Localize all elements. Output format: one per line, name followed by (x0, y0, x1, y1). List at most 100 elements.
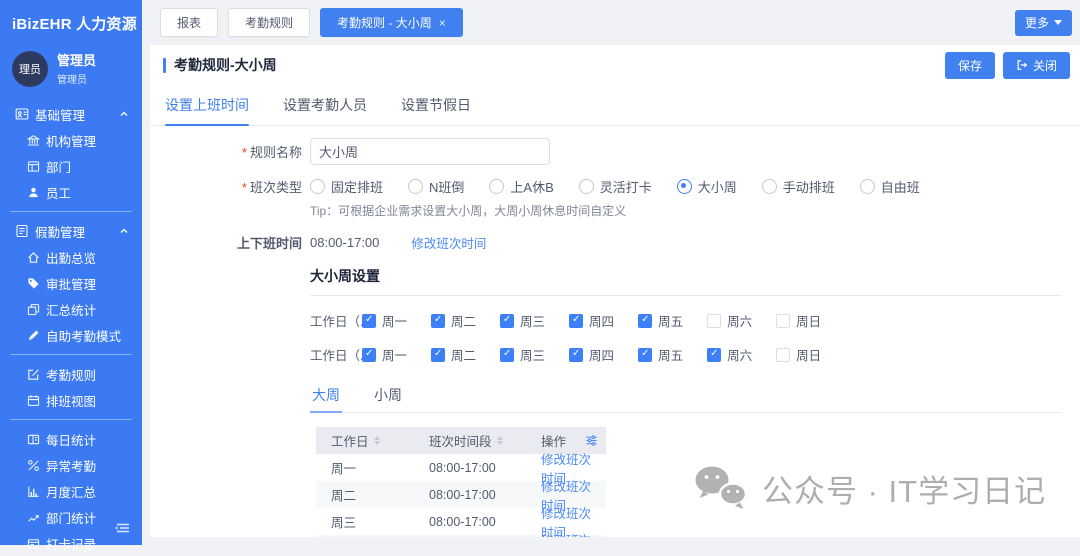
sidebar-item-self-attendance-mode[interactable]: 自助考勤模式 (0, 322, 142, 348)
checkbox-icon[interactable] (431, 314, 445, 328)
checkbox-tuesday[interactable]: 周二 (431, 311, 476, 330)
sidebar-item-org-management[interactable]: 机构管理 (0, 127, 142, 153)
user-profile[interactable]: 理员 管理员 管理员 (0, 34, 142, 93)
checkbox-sunday[interactable]: 周日 (776, 345, 821, 364)
checkbox-icon[interactable] (776, 348, 790, 362)
more-button[interactable]: 更多 (1015, 10, 1072, 36)
checkbox-monday[interactable]: 周一 (362, 345, 407, 364)
radio-fixed-schedule[interactable]: 固定排班 (310, 177, 383, 196)
sidebar-item-daily-statistics[interactable]: 每日统计 (0, 426, 142, 452)
tab-big-week[interactable]: 大周 (310, 379, 342, 412)
modify-shift-time-link[interactable]: 修改班次时间 (541, 530, 598, 538)
checkbox-monday[interactable]: 周一 (362, 311, 407, 330)
sidebar-item-summary-statistics[interactable]: 汇总统计 (0, 296, 142, 322)
collapse-sidebar-icon[interactable] (115, 521, 131, 540)
sidebar-group-basic-management[interactable]: 基础管理 (0, 101, 142, 127)
tab-set-attendance-staff[interactable]: 设置考勤人员 (283, 85, 367, 125)
sidebar-item-attendance-rules[interactable]: 考勤规则 (0, 361, 142, 387)
sidebar-item-employee[interactable]: 员工 (0, 179, 142, 205)
radio-manual-schedule[interactable]: 手动排班 (762, 177, 835, 196)
chevron-up-icon[interactable] (119, 109, 129, 119)
rule-form: *规则名称 *班次类型 固定排班 N班倒 上A休B 灵活打卡 大小周 手动排班 … (150, 126, 1080, 537)
radio-icon[interactable] (860, 179, 875, 194)
checkbox-icon[interactable] (707, 314, 721, 328)
rule-name-input[interactable] (310, 138, 550, 165)
sidebar-divider (10, 419, 132, 420)
card-header: 考勤规则-大小周 保存 关闭 (150, 45, 1080, 85)
close-tab-icon[interactable]: × (439, 17, 446, 29)
sidebar-item-label: 出勤总览 (46, 248, 96, 267)
sidebar-item-attendance-overview[interactable]: 出勤总览 (0, 244, 142, 270)
unlink-icon (26, 458, 40, 472)
divider (310, 295, 1062, 296)
table-body: 周一 08:00-17:00 修改班次时间 周二 08:00-17:00 修改班… (316, 454, 606, 537)
tab-set-holidays[interactable]: 设置节假日 (401, 85, 471, 125)
checkbox-icon[interactable] (362, 314, 376, 328)
checkbox-icon[interactable] (638, 314, 652, 328)
checkbox-wednesday[interactable]: 周三 (500, 311, 545, 330)
save-button[interactable]: 保存 (945, 52, 995, 79)
windows-icon (26, 302, 40, 316)
checkbox-wednesday[interactable]: 周三 (500, 345, 545, 364)
line-chart-icon (26, 510, 40, 524)
checkbox-icon[interactable] (569, 314, 583, 328)
checkbox-thursday[interactable]: 周四 (569, 345, 614, 364)
checkbox-tuesday[interactable]: 周二 (431, 345, 476, 364)
checkbox-icon[interactable] (362, 348, 376, 362)
tab-set-work-time[interactable]: 设置上班时间 (165, 85, 249, 125)
shift-type-tip: Tip：可根据企业需求设置大小周，大周小周休息时间自定义 (310, 202, 1080, 219)
radio-icon[interactable] (408, 179, 423, 194)
sidebar-item-approval-management[interactable]: 审批管理 (0, 270, 142, 296)
checkbox-icon[interactable] (707, 348, 721, 362)
checkbox-icon[interactable] (500, 314, 514, 328)
radio-work-a-rest-b[interactable]: 上A休B (489, 177, 553, 196)
radio-icon[interactable] (310, 179, 325, 194)
radio-n-shift[interactable]: N班倒 (408, 177, 464, 196)
home-icon (26, 250, 40, 264)
sidebar-item-department[interactable]: 部门 (0, 153, 142, 179)
checkbox-icon[interactable] (776, 314, 790, 328)
opened-tab-reports[interactable]: 报表 (160, 8, 218, 37)
chevron-up-icon[interactable] (119, 226, 129, 236)
id-card-icon (15, 107, 29, 121)
column-settings-icon[interactable] (585, 434, 598, 447)
content-card: 考勤规则-大小周 保存 关闭 设置上班时间 设置考勤人员 (150, 45, 1080, 537)
checkbox-thursday[interactable]: 周四 (569, 311, 614, 330)
sidebar-item-label: 机构管理 (46, 131, 96, 150)
radio-icon[interactable] (489, 179, 504, 194)
sidebar-group-leave-management[interactable]: 假勤管理 (0, 218, 142, 244)
sidebar-item-label: 基础管理 (35, 105, 85, 124)
sidebar-item-label: 月度汇总 (46, 482, 96, 501)
checkbox-friday[interactable]: 周五 (638, 311, 683, 330)
radio-icon[interactable] (579, 179, 594, 194)
radio-icon[interactable] (677, 179, 692, 194)
opened-tab-attendance-rules[interactable]: 考勤规则 (228, 8, 310, 37)
sidebar-item-schedule-view[interactable]: 排班视图 (0, 387, 142, 413)
close-button[interactable]: 关闭 (1003, 52, 1070, 79)
checkbox-sunday[interactable]: 周日 (776, 311, 821, 330)
radio-icon[interactable] (762, 179, 777, 194)
modify-shift-time-link[interactable]: 修改班次时间 (411, 233, 486, 252)
sidebar-item-label: 审批管理 (46, 274, 96, 293)
sidebar-item-label: 部门 (46, 157, 71, 176)
sidebar-item-abnormal-attendance[interactable]: 异常考勤 (0, 452, 142, 478)
sidebar-divider (10, 211, 132, 212)
sidebar-item-monthly-summary[interactable]: 月度汇总 (0, 478, 142, 504)
sort-icon[interactable] (374, 436, 380, 445)
sort-icon[interactable] (497, 436, 503, 445)
checkbox-saturday[interactable]: 周六 (707, 345, 752, 364)
checkbox-saturday[interactable]: 周六 (707, 311, 752, 330)
radio-free-shift[interactable]: 自由班 (860, 177, 920, 196)
radio-flexible-punch[interactable]: 灵活打卡 (579, 177, 652, 196)
checkbox-icon[interactable] (500, 348, 514, 362)
opened-tab-attendance-rule-detail[interactable]: 考勤规则 - 大小周 × (320, 8, 463, 37)
checkbox-icon[interactable] (431, 348, 445, 362)
checkbox-friday[interactable]: 周五 (638, 345, 683, 364)
checkbox-icon[interactable] (569, 348, 583, 362)
week-schedule-table: 工作日 班次时间段 操作 (316, 427, 606, 537)
checkbox-icon[interactable] (638, 348, 652, 362)
tag-icon (26, 276, 40, 290)
avatar[interactable]: 理员 (12, 51, 48, 87)
tab-small-week[interactable]: 小周 (372, 379, 404, 412)
radio-big-small-week[interactable]: 大小周 (677, 177, 737, 196)
